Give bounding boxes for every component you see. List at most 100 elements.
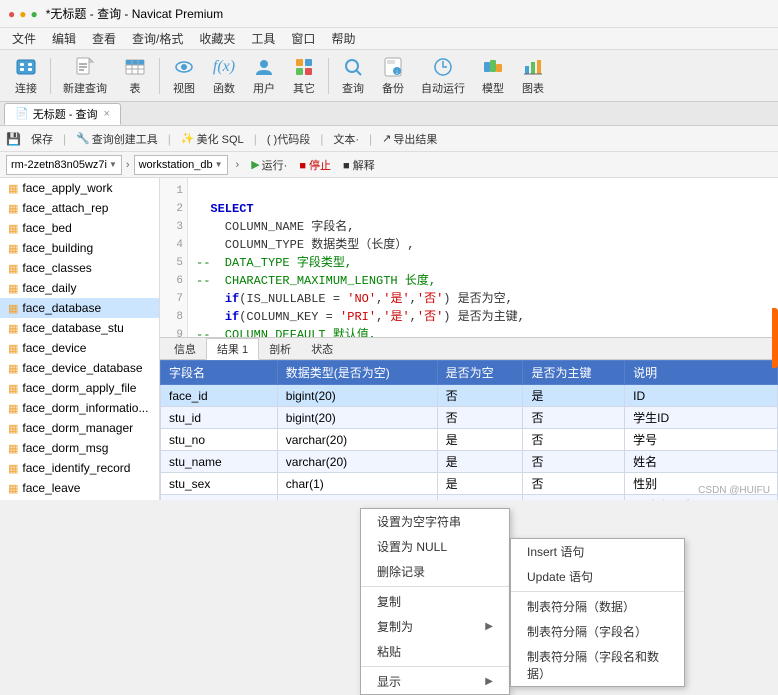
connect-icon (14, 56, 38, 79)
export-result-btn[interactable]: ↗ 导出结果 (376, 129, 443, 149)
results-table-wrap: 字段名 数据类型(是否为空) 是否为空 是否为主键 说明 face_id big… (160, 360, 778, 500)
ctx-set-null[interactable]: 设置为 NULL (361, 534, 509, 559)
sidebar-item-face-database[interactable]: ▦ face_database (0, 298, 159, 318)
text-btn[interactable]: 文本· (327, 129, 365, 149)
menu-view[interactable]: 查看 (84, 28, 124, 49)
menu-query-format[interactable]: 查询/格式 (124, 28, 191, 49)
svg-text:↓: ↓ (395, 69, 399, 76)
toolbar-autorun[interactable]: 自动运行 (415, 54, 471, 98)
sidebar-item-face-dorm-manager[interactable]: ▦ face_dorm_manager (0, 418, 159, 438)
database-dropdown[interactable]: workstation_db ▼ (134, 155, 228, 175)
menu-favorites[interactable]: 收藏夹 (191, 28, 243, 49)
submenu: Insert 语句 Update 语句 制表符分隔（数据） 制表符分隔（字段名）… (510, 538, 685, 687)
run-icon: ▶ (251, 158, 259, 171)
sub-tab-delim-data[interactable]: 制表符分隔（数据） (511, 594, 684, 619)
toolbar-connect[interactable]: 连接 (8, 54, 44, 98)
sub-tab-delim-fields[interactable]: 制表符分隔（字段名） (511, 619, 684, 644)
toolbar-other[interactable]: 其它 (286, 54, 322, 98)
cell-comment: ID (625, 385, 778, 407)
sub-tab-delim-both[interactable]: 制表符分隔（字段名和数据） (511, 644, 684, 686)
table-icon-sm: ▦ (8, 322, 18, 335)
sidebar-item-face-database-stu[interactable]: ▦ face_database_stu (0, 318, 159, 338)
cell-pk: 否 (523, 429, 625, 451)
toolbar-model[interactable]: 模型 (475, 54, 511, 98)
tab-query[interactable]: 📄 无标题 - 查询 × (4, 103, 121, 125)
ctx-copy[interactable]: 复制 (361, 589, 509, 614)
sidebar-item-face-building[interactable]: ▦ face_building (0, 238, 159, 258)
menu-help[interactable]: 帮助 (323, 28, 363, 49)
results-tab-result1[interactable]: 结果 1 (206, 338, 259, 360)
beautify-btn[interactable]: ✨ 美化 SQL (175, 129, 250, 149)
table-row[interactable]: stu_id bigint(20) 否 否 学生ID (161, 407, 778, 429)
results-tab-status[interactable]: 状态 (301, 338, 343, 360)
cell-nullable: 否 (437, 407, 523, 429)
toolbar-user-label: 用户 (253, 80, 275, 96)
table-row[interactable]: stu_no varchar(20) 是 否 学号 (161, 429, 778, 451)
query-builder-btn[interactable]: 🔧 查询创建工具 (70, 129, 164, 149)
sidebar-item-face-bed[interactable]: ▦ face_bed (0, 218, 159, 238)
ctx-set-null-str[interactable]: 设置为空字符串 (361, 509, 509, 534)
run-btn[interactable]: ▶ 运行· (247, 156, 291, 174)
sidebar-item-face-dorm-information[interactable]: ▦ face_dorm_informatio... (0, 398, 159, 418)
sidebar-item-face-device-database[interactable]: ▦ face_device_database (0, 358, 159, 378)
toolbar-table[interactable]: 表 (117, 54, 153, 98)
sidebar-item-face-daily[interactable]: ▦ face_daily (0, 278, 159, 298)
stop-btn[interactable]: ■ 停止 (295, 156, 335, 174)
export-icon: ↗ (382, 132, 391, 145)
toolbar-chart-label: 图表 (522, 80, 544, 96)
menu-window[interactable]: 窗口 (283, 28, 323, 49)
explain-btn[interactable]: ■ 解释 (339, 156, 379, 174)
cell-nullable: 否 (437, 385, 523, 407)
table-row[interactable]: stu_name varchar(20) 是 否 姓名 (161, 451, 778, 473)
sidebar-item-face-identify-record[interactable]: ▦ face_identify_record (0, 458, 159, 478)
table-row[interactable]: picture_id varchar(100) 是 否 人脸库图片ID (161, 495, 778, 501)
tab-close[interactable]: × (103, 108, 109, 120)
menu-file[interactable]: 文件 (4, 28, 44, 49)
sql-editor[interactable]: 1 2 3 4 5 6 7 8 9 SELECT COLUMN_NAME 字段名… (160, 178, 778, 338)
sidebar-item-face-dorm-apply-file[interactable]: ▦ face_dorm_apply_file (0, 378, 159, 398)
table-row[interactable]: stu_sex char(1) 是 否 性别 (161, 473, 778, 495)
results-tab-clipping[interactable]: 剖析 (259, 338, 301, 360)
table-row[interactable]: face_id bigint(20) 否 是 ID (161, 385, 778, 407)
autorun-icon (431, 56, 455, 79)
connection-dropdown[interactable]: rm-2zetn83n05wz7i ▼ (6, 155, 122, 175)
ctx-display[interactable]: 显示 ▶ (361, 669, 509, 694)
results-tab-info[interactable]: 信息 (164, 338, 206, 360)
col-header-nullable: 是否为空 (437, 361, 523, 385)
cell-pk: 是 (523, 385, 625, 407)
sub-insert-stmt[interactable]: Insert 语句 (511, 539, 684, 564)
menu-tools[interactable]: 工具 (243, 28, 283, 49)
database-label: workstation_db (139, 159, 213, 171)
sidebar-item-face-device[interactable]: ▦ face_device (0, 338, 159, 358)
conn-arrow-right: › (126, 159, 130, 171)
toolbar: 连接 新建查询 表 视图 f(x) 函数 用户 其它 (0, 50, 778, 102)
cell-type: char(1) (277, 473, 437, 495)
toolbar-new-query[interactable]: 新建查询 (57, 54, 113, 98)
sidebar-item-face-attach-rep[interactable]: ▦ face_attach_rep (0, 198, 159, 218)
ctx-copy-as[interactable]: 复制为 ▶ (361, 614, 509, 639)
toolbar-backup[interactable]: ↓ 备份 (375, 54, 411, 98)
code-segment-btn[interactable]: ( )代码段 (261, 129, 316, 149)
sub-update-stmt[interactable]: Update 语句 (511, 564, 684, 589)
toolbar-function[interactable]: f(x) 函数 (206, 54, 242, 98)
toolbar-view[interactable]: 视图 (166, 54, 202, 98)
sidebar-item-face-apply-work[interactable]: ▦ face_apply_work (0, 178, 159, 198)
toolbar-autorun-label: 自动运行 (421, 80, 465, 96)
col-header-pk: 是否为主键 (523, 361, 625, 385)
toolbar-query[interactable]: 查询 (335, 54, 371, 98)
toolbar-chart[interactable]: 图表 (515, 54, 551, 98)
toolbar-user[interactable]: 用户 (246, 54, 282, 98)
ctx-paste[interactable]: 粘贴 (361, 639, 509, 664)
save-btn[interactable]: 保存 (25, 129, 59, 149)
sidebar-item-face-dorm-msg[interactable]: ▦ face_dorm_msg (0, 438, 159, 458)
menu-edit[interactable]: 编辑 (44, 28, 84, 49)
context-menu: 设置为空字符串 设置为 NULL 删除记录 复制 复制为 ▶ 粘贴 显示 ▶ (360, 508, 510, 695)
cell-comment: 学生ID (625, 407, 778, 429)
orange-tab-indicator (772, 308, 778, 368)
sql-code-content[interactable]: SELECT COLUMN_NAME 字段名, COLUMN_TYPE 数据类型… (188, 178, 533, 338)
ctx-delete-record[interactable]: 删除记录 (361, 559, 509, 584)
table-icon-sm: ▦ (8, 442, 18, 455)
conn-arrow-icon: ▼ (109, 160, 117, 169)
sidebar-item-face-classes[interactable]: ▦ face_classes (0, 258, 159, 278)
sidebar-item-face-leave[interactable]: ▦ face_leave (0, 478, 159, 498)
